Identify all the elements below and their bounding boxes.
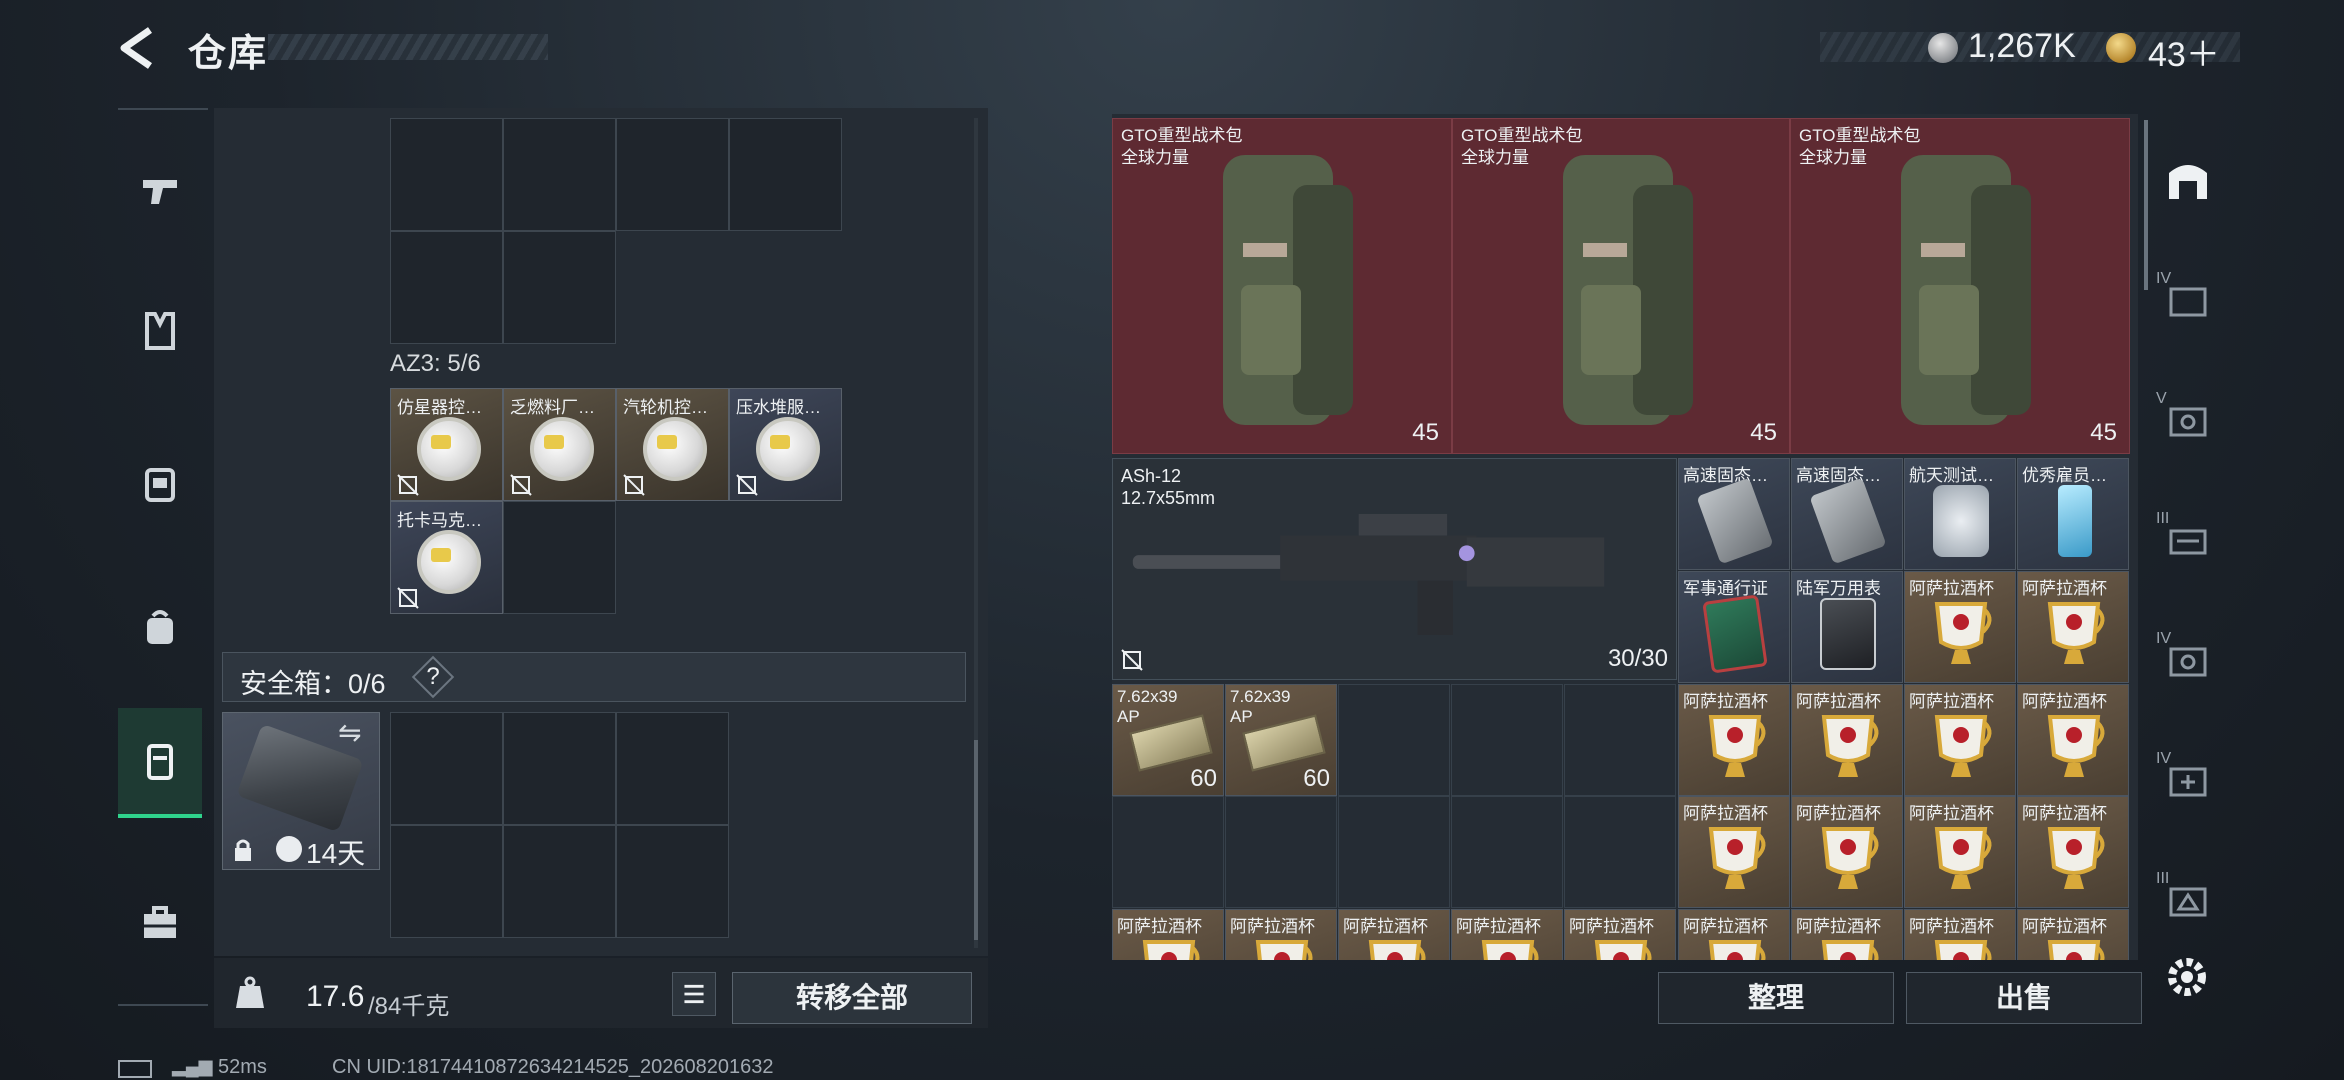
divider	[118, 1004, 208, 1006]
tab-warehouse-v[interactable]: V	[2150, 360, 2226, 480]
item-name: 阿萨拉酒杯	[1117, 917, 1202, 936]
inventory-item-cup[interactable]: 阿萨拉酒杯	[1904, 909, 2016, 960]
inventory-item-cup[interactable]: 阿萨拉酒杯	[2017, 909, 2129, 960]
tab-warehouse-main[interactable]	[2150, 120, 2226, 240]
cup-icon	[1927, 598, 1995, 672]
cup-icon	[1927, 823, 1995, 897]
item-name: 阿萨拉酒杯	[1909, 692, 1994, 711]
cup-icon	[2040, 823, 2108, 897]
item-name: 阿萨拉酒杯	[2022, 804, 2107, 823]
inventory-item-cup[interactable]: 阿萨拉酒杯	[1678, 796, 1790, 908]
tab-level: IV	[2156, 270, 2172, 287]
tool-box-icon	[2169, 887, 2207, 917]
inventory-item-cup[interactable]: 阿萨拉酒杯	[1225, 909, 1337, 960]
transfer-all-button[interactable]: 转移全部	[732, 972, 972, 1024]
cup-icon	[1587, 936, 1655, 960]
item-name: 阿萨拉酒杯	[1909, 804, 1994, 823]
list-view-button[interactable]	[672, 972, 716, 1016]
cup-icon	[1701, 711, 1769, 785]
inventory-item-cup[interactable]: 阿萨拉酒杯	[1791, 796, 1903, 908]
inventory-item-cup[interactable]: 阿萨拉酒杯	[2017, 796, 2129, 908]
inventory-item-cup[interactable]: 阿萨拉酒杯	[1678, 684, 1790, 796]
inventory-item-cup[interactable]: 阿萨拉酒杯	[1338, 909, 1450, 960]
cup-grid: 阿萨拉酒杯 阿萨拉酒杯 阿萨拉酒杯 阿萨拉酒杯 阿萨拉酒杯 阿萨拉酒杯 阿萨拉酒杯 阿萨拉酒杯…	[0, 0, 2344, 960]
item-name: 阿萨拉酒杯	[1683, 917, 1768, 936]
inventory-item-cup[interactable]: 阿萨拉酒杯	[1451, 909, 1563, 960]
cup-icon	[1474, 936, 1542, 960]
safe-icon	[2169, 407, 2207, 437]
item-name: 阿萨拉酒杯	[2022, 917, 2107, 936]
item-name: 阿萨拉酒杯	[1683, 804, 1768, 823]
item-name: 阿萨拉酒杯	[1909, 579, 1994, 598]
tab-warehouse-iii[interactable]: III	[2150, 480, 2226, 600]
inventory-item-cup[interactable]: 阿萨拉酒杯	[1112, 909, 1224, 960]
inventory-item-cup[interactable]: 阿萨拉酒杯	[1904, 684, 2016, 796]
inventory-item-cup[interactable]: 阿萨拉酒杯	[1564, 909, 1676, 960]
tab-warehouse-iii-2[interactable]: III	[2150, 840, 2226, 960]
item-name: 阿萨拉酒杯	[1343, 917, 1428, 936]
item-name: 阿萨拉酒杯	[1796, 917, 1881, 936]
cup-icon	[1135, 936, 1203, 960]
weight-max: /84千克	[368, 993, 450, 1020]
item-name: 阿萨拉酒杯	[1796, 692, 1881, 711]
cup-icon	[1361, 936, 1429, 960]
tab-warehouse-iv[interactable]: IV	[2150, 240, 2226, 360]
settings-gear-icon[interactable]	[2160, 950, 2214, 1004]
tab-warehouse-iv-3[interactable]: IV	[2150, 720, 2226, 840]
storage-tabs: IV V III IV IV III	[2150, 120, 2226, 940]
item-name: 阿萨拉酒杯	[1456, 917, 1541, 936]
cup-icon	[1814, 823, 1882, 897]
tab-level: IV	[2156, 630, 2172, 647]
cup-icon	[1814, 936, 1882, 960]
item-name: 阿萨拉酒杯	[1230, 917, 1315, 936]
tab-level: IV	[2156, 750, 2172, 767]
cup-icon	[2040, 598, 2108, 672]
inventory-item-cup[interactable]: 阿萨拉酒杯	[1678, 909, 1790, 960]
warehouse-icon	[2169, 165, 2207, 199]
cup-icon	[1927, 936, 1995, 960]
item-name: 阿萨拉酒杯	[2022, 579, 2107, 598]
item-name: 阿萨拉酒杯	[1569, 917, 1654, 936]
item-name: 阿萨拉酒杯	[1909, 917, 1994, 936]
list-icon	[684, 984, 704, 1004]
user-uid: CN UID:18174410872634214525_202608201632	[332, 1056, 774, 1078]
tab-level: V	[2156, 390, 2167, 407]
cup-icon	[1701, 823, 1769, 897]
item-name: 阿萨拉酒杯	[2022, 692, 2107, 711]
tab-level: III	[2156, 510, 2170, 527]
ping-value: 52ms	[218, 1056, 267, 1078]
tab-warehouse-iv-2[interactable]: IV	[2150, 600, 2226, 720]
weight-current: 17.6	[306, 980, 365, 1013]
inventory-item-cup[interactable]: 阿萨拉酒杯	[1904, 796, 2016, 908]
item-name: 阿萨拉酒杯	[1683, 692, 1768, 711]
tab-level: III	[2156, 870, 2170, 887]
cup-icon	[2040, 711, 2108, 785]
cup-icon	[1248, 936, 1316, 960]
cup-icon	[1814, 711, 1882, 785]
inventory-item-cup[interactable]: 阿萨拉酒杯	[1791, 684, 1903, 796]
cup-icon	[1927, 711, 1995, 785]
cup-icon	[1701, 936, 1769, 960]
battery-icon	[118, 1060, 152, 1078]
item-name: 阿萨拉酒杯	[1796, 804, 1881, 823]
inventory-item-cup[interactable]: 阿萨拉酒杯	[1904, 571, 2016, 683]
weight-icon	[236, 976, 264, 1008]
sort-button[interactable]: 整理	[1658, 972, 1894, 1024]
cup-icon	[2040, 936, 2108, 960]
scrollbar-thumb[interactable]	[2144, 120, 2148, 290]
inventory-item-cup[interactable]: 阿萨拉酒杯	[2017, 684, 2129, 796]
inventory-item-cup[interactable]: 阿萨拉酒杯	[1791, 909, 1903, 960]
signal-icon: ▂▄▆	[172, 1056, 213, 1076]
inventory-item-cup[interactable]: 阿萨拉酒杯	[2017, 571, 2129, 683]
gun-case-icon	[2169, 529, 2207, 555]
sell-button[interactable]: 出售	[1906, 972, 2142, 1024]
